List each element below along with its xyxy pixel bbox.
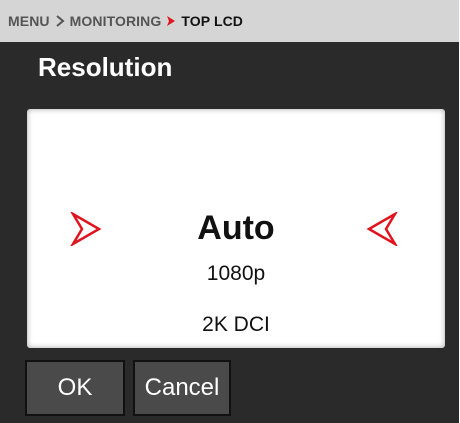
chevron-right-icon — [55, 15, 65, 27]
caret-right-icon — [166, 15, 176, 27]
arrow-left-outline-icon[interactable] — [366, 210, 399, 248]
cancel-button[interactable]: Cancel — [133, 360, 231, 416]
resolution-screen: MENU MONITORING TOP LCD Resolution Auto … — [0, 0, 459, 423]
breadcrumb-item-top-lcd: TOP LCD — [181, 13, 244, 29]
ok-button[interactable]: OK — [25, 360, 125, 416]
option-item[interactable]: 1080p — [27, 261, 445, 287]
resolution-picker[interactable]: Auto 1080p 2K DCI — [27, 109, 445, 348]
breadcrumb-item-menu[interactable]: MENU — [8, 13, 50, 29]
option-item[interactable]: 2K DCI — [27, 312, 445, 338]
page-title: Resolution — [38, 52, 173, 82]
breadcrumb-item-monitoring[interactable]: MONITORING — [70, 13, 162, 29]
breadcrumb: MENU MONITORING TOP LCD — [0, 0, 459, 42]
